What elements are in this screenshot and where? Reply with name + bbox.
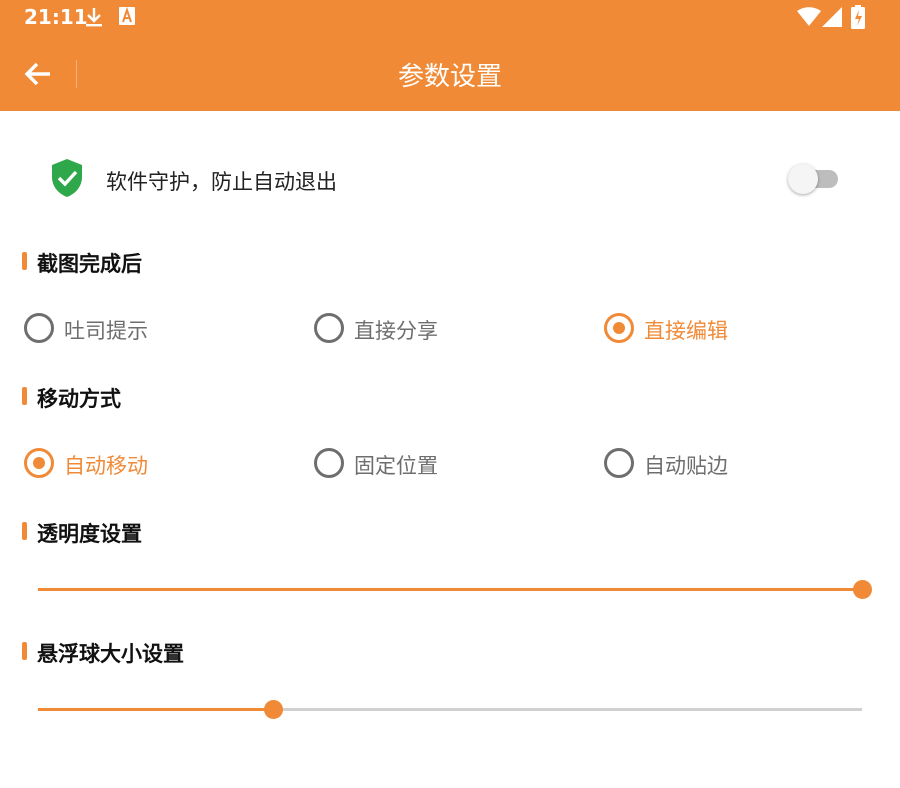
section-accent-bar xyxy=(22,252,27,270)
section-title: 悬浮球大小设置 xyxy=(37,642,184,666)
status-bar: 21:11 xyxy=(0,0,900,34)
radio-label: 吐司提示 xyxy=(64,319,148,343)
protect-label: 软件守护，防止自动退出 xyxy=(106,170,337,194)
slider-fill xyxy=(38,588,862,591)
section-accent-bar xyxy=(22,522,27,540)
slider-fill xyxy=(38,708,273,711)
opacity-slider[interactable] xyxy=(38,578,872,602)
toggle-thumb xyxy=(788,164,818,194)
wifi-icon xyxy=(797,7,821,31)
download-icon xyxy=(84,6,104,32)
section-accent-bar xyxy=(22,642,27,660)
protect-toggle[interactable] xyxy=(788,164,840,194)
ball-size-slider[interactable] xyxy=(38,698,862,722)
signal-icon xyxy=(822,7,842,31)
radio-label: 自动贴边 xyxy=(644,454,728,478)
radio-label: 固定位置 xyxy=(354,454,438,478)
font-a-icon xyxy=(118,6,136,30)
radio-circle xyxy=(24,448,54,478)
radio-share[interactable]: 直接分享 xyxy=(314,312,514,346)
battery-charging-icon xyxy=(851,5,865,33)
radio-circle xyxy=(604,448,634,478)
status-time: 21:11 xyxy=(24,5,88,29)
radio-circle xyxy=(314,313,344,343)
radio-auto-edge[interactable]: 自动贴边 xyxy=(604,447,804,481)
protect-row: 软件守护，防止自动退出 xyxy=(0,150,900,210)
shield-check-icon xyxy=(50,158,84,198)
section-title: 截图完成后 xyxy=(37,252,142,276)
radio-auto-move[interactable]: 自动移动 xyxy=(24,447,224,481)
radio-circle xyxy=(314,448,344,478)
app-bar: 21:11 参数设置 xyxy=(0,0,900,111)
slider-thumb[interactable] xyxy=(263,700,283,719)
section-title: 透明度设置 xyxy=(37,522,142,546)
radio-toast[interactable]: 吐司提示 xyxy=(24,312,224,346)
section-title: 移动方式 xyxy=(37,387,121,411)
radio-circle xyxy=(24,313,54,343)
toolbar: 参数设置 xyxy=(0,34,900,111)
radio-label: 直接编辑 xyxy=(644,319,728,343)
radio-label: 直接分享 xyxy=(354,319,438,343)
section-accent-bar xyxy=(22,387,27,405)
radio-label: 自动移动 xyxy=(64,454,148,478)
page-title: 参数设置 xyxy=(397,62,502,92)
slider-thumb[interactable] xyxy=(853,580,872,599)
radio-fixed-position[interactable]: 固定位置 xyxy=(314,447,514,481)
radio-edit[interactable]: 直接编辑 xyxy=(604,312,804,346)
radio-circle xyxy=(604,313,634,343)
